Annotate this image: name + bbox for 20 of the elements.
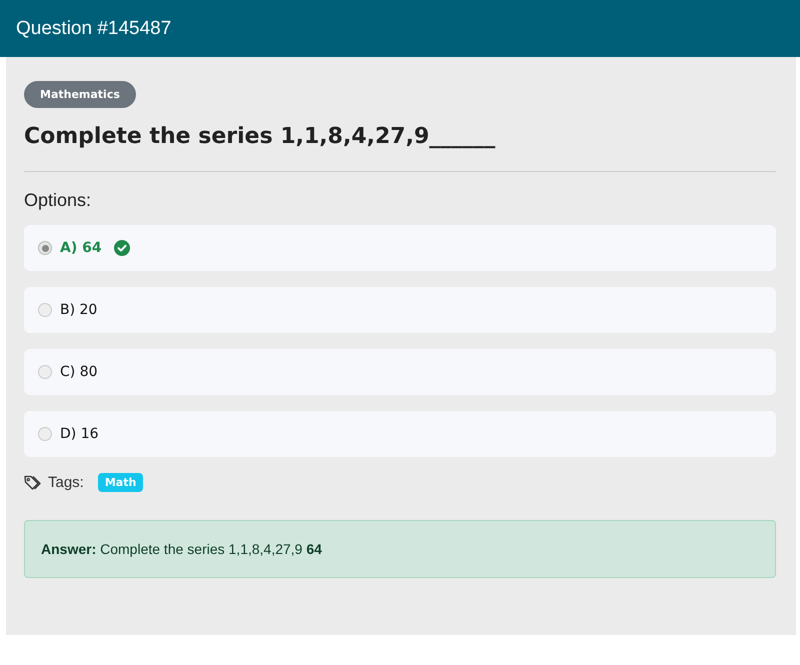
page-title: Question #145487: [16, 18, 172, 40]
option-label: C) 80: [60, 364, 98, 380]
option-label: B) 20: [60, 302, 98, 318]
radio-button[interactable]: [38, 241, 52, 255]
option-label: D) 16: [60, 426, 99, 442]
tags-label: Tags:: [48, 474, 84, 491]
option-item[interactable]: D) 16: [24, 411, 776, 457]
radio-button[interactable]: [38, 365, 52, 379]
option-label: A) 64: [60, 240, 102, 256]
radio-button[interactable]: [38, 427, 52, 441]
radio-button[interactable]: [38, 303, 52, 317]
tag-icon: [24, 474, 42, 490]
option-item[interactable]: B) 20: [24, 287, 776, 333]
option-item[interactable]: A) 64: [24, 225, 776, 271]
check-icon: [114, 240, 130, 256]
question-text: Complete the series 1,1,8,4,27,9______: [24, 124, 496, 149]
answer-text: Answer: Complete the series 1,1,8,4,27,9 64: [24, 520, 776, 578]
category-badge: Mathematics: [24, 81, 136, 108]
option-item[interactable]: C) 80: [24, 349, 776, 395]
options-heading: Options:: [24, 190, 92, 211]
